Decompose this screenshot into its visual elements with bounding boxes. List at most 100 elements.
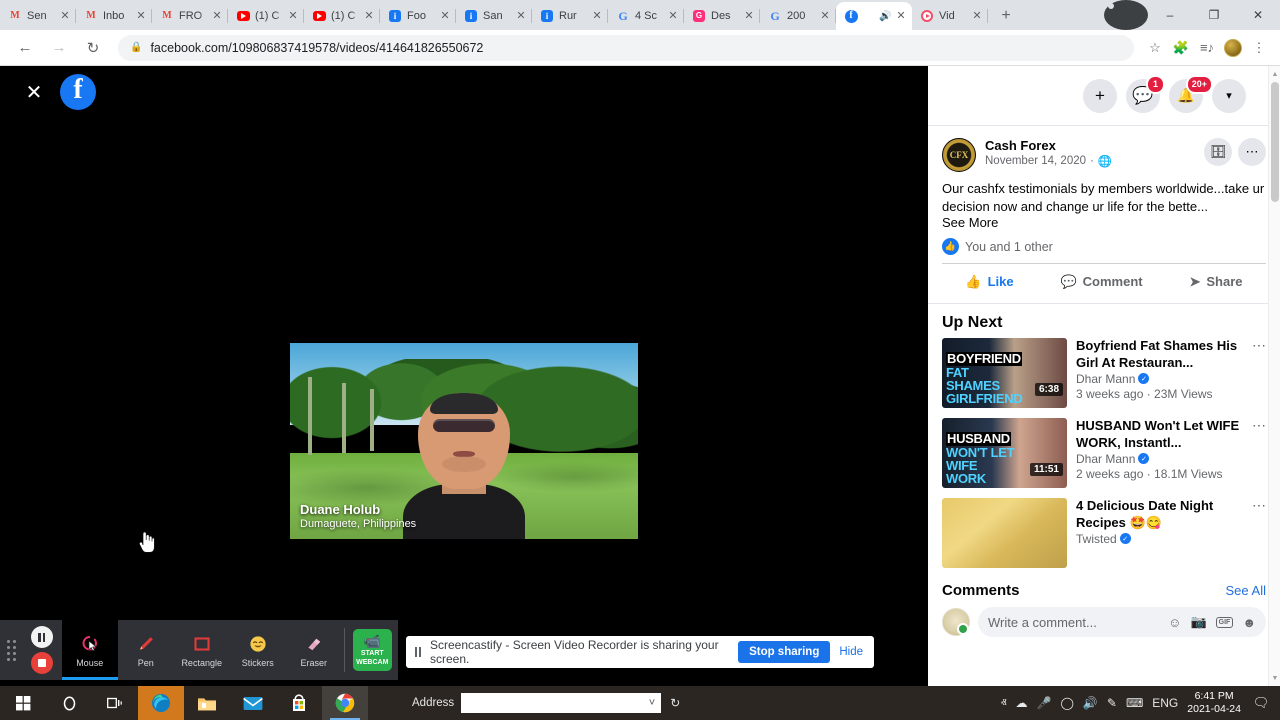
see-more-link[interactable]: See More bbox=[942, 215, 1266, 230]
account-menu-button[interactable]: ▾ bbox=[1212, 78, 1246, 113]
new-tab-button[interactable]: + bbox=[992, 2, 1020, 30]
hide-button[interactable]: Hide bbox=[839, 646, 863, 658]
tray-overflow-icon[interactable]: ⱏ bbox=[1001, 696, 1007, 711]
page-avatar[interactable]: CFX bbox=[942, 138, 976, 172]
tab-close-button[interactable]: ✕ bbox=[58, 9, 72, 23]
keyboard-icon[interactable]: ⌨ bbox=[1126, 696, 1143, 710]
puzzle-icon[interactable]: 🧩 bbox=[1168, 35, 1194, 61]
address-bar[interactable]: 🔒 facebook.com/109806837419578/videos/41… bbox=[118, 34, 1134, 61]
back-button[interactable]: ← bbox=[11, 34, 39, 62]
browser-tab[interactable]: (1) C ✕ bbox=[304, 2, 380, 30]
browser-tab[interactable]: (1) C ✕ bbox=[228, 2, 304, 30]
start-button[interactable] bbox=[0, 686, 46, 720]
tab-close-button[interactable]: ✕ bbox=[818, 9, 832, 23]
video-title[interactable]: 4 Delicious Date Night Recipes 🤩😋 bbox=[1076, 498, 1250, 531]
tab-close-button[interactable]: ✕ bbox=[210, 9, 224, 23]
comment-input[interactable]: Write a comment... ☺ 📷 GIF ☻ bbox=[978, 607, 1266, 638]
window-minimize-button[interactable]: – bbox=[1148, 0, 1192, 30]
tool-eraser[interactable]: Eraser bbox=[286, 620, 342, 680]
browser-tab[interactable]: i Foo ✕ bbox=[380, 2, 456, 30]
scroll-down-icon[interactable]: ▼ bbox=[1269, 672, 1280, 684]
tab-close-button[interactable]: ✕ bbox=[666, 9, 680, 23]
video-thumbnail[interactable]: BOYFRIEND FAT SHAMES GIRLFRIEND 6:38 bbox=[942, 338, 1067, 409]
up-next-item[interactable]: 4 Delicious Date Night Recipes 🤩😋 Twisted… bbox=[942, 498, 1266, 569]
three-dot-menu-icon[interactable]: ⋯ bbox=[1252, 338, 1266, 352]
video-thumbnail[interactable]: HUSBAND WON'T LET WIFE WORK 11:51 bbox=[942, 418, 1067, 489]
action-center-icon[interactable]: 🗨 bbox=[1250, 686, 1272, 720]
chrome-browser-button[interactable] bbox=[322, 686, 368, 720]
tab-close-button[interactable]: ✕ bbox=[362, 9, 376, 23]
facebook-logo-icon[interactable]: f bbox=[60, 74, 96, 110]
sidebar-scrollbar[interactable]: ▲ ▼ bbox=[1268, 66, 1280, 686]
playlist-icon[interactable]: ≡♪ bbox=[1194, 35, 1220, 61]
edge-browser-button[interactable] bbox=[138, 686, 184, 720]
tab-close-button[interactable]: ✕ bbox=[970, 9, 984, 23]
tab-close-button[interactable]: ✕ bbox=[514, 9, 528, 23]
tab-close-button[interactable]: ✕ bbox=[894, 9, 908, 23]
address-toolbar-input[interactable]: ˅ bbox=[461, 693, 662, 713]
tab-close-button[interactable]: ✕ bbox=[590, 9, 604, 23]
mail-app-button[interactable] bbox=[230, 686, 276, 720]
pause-icon[interactable] bbox=[415, 647, 421, 657]
tab-close-button[interactable]: ✕ bbox=[438, 9, 452, 23]
video-channel[interactable]: Twisted bbox=[1076, 532, 1117, 546]
browser-tab[interactable]: M Inbo ✕ bbox=[76, 2, 152, 30]
video-thumbnail[interactable] bbox=[942, 498, 1067, 569]
share-button[interactable]: ➤ Share bbox=[1189, 274, 1242, 290]
tool-mouse[interactable]: Mouse bbox=[61, 620, 118, 680]
cloud-icon[interactable]: ☁ bbox=[1016, 696, 1028, 710]
browser-tab[interactable]: G 200 ✕ bbox=[760, 2, 836, 30]
task-view-button[interactable] bbox=[92, 686, 138, 720]
comment-button[interactable]: 💬 Comment bbox=[1060, 274, 1142, 290]
tab-close-button[interactable]: ✕ bbox=[286, 9, 300, 23]
forward-button[interactable]: → bbox=[45, 34, 73, 62]
avatar[interactable] bbox=[942, 608, 970, 637]
browser-tab[interactable]: Vid ✕ bbox=[912, 2, 988, 30]
star-icon[interactable]: ☆ bbox=[1142, 35, 1168, 61]
tool-pen[interactable]: Pen bbox=[118, 620, 174, 680]
profile-avatar-button[interactable] bbox=[1104, 0, 1148, 30]
save-post-icon[interactable]: 🗄 bbox=[1204, 138, 1232, 166]
three-dot-menu-icon[interactable]: ⋯ bbox=[1252, 498, 1266, 512]
stop-sharing-button[interactable]: Stop sharing bbox=[738, 641, 831, 663]
browser-tab[interactable]: i San ✕ bbox=[456, 2, 532, 30]
cortana-search-button[interactable] bbox=[46, 686, 92, 720]
refresh-icon[interactable]: ↻ bbox=[670, 696, 680, 710]
messenger-button[interactable]: 💬 1 bbox=[1126, 74, 1165, 113]
browser-tab[interactable]: M FRO ✕ bbox=[152, 2, 228, 30]
camera-icon[interactable]: 📷 bbox=[1190, 614, 1206, 630]
up-next-item[interactable]: HUSBAND WON'T LET WIFE WORK 11:51 HUSBAND Wo… bbox=[942, 418, 1266, 489]
reload-button[interactable]: ↻ bbox=[79, 34, 107, 62]
video-title[interactable]: HUSBAND Won't Let WIFE WORK, Instantl... bbox=[1076, 418, 1250, 451]
see-all-comments-link[interactable]: See All bbox=[1226, 583, 1266, 598]
scroll-up-icon[interactable]: ▲ bbox=[1269, 68, 1280, 80]
browser-tab[interactable]: i Rur ✕ bbox=[532, 2, 608, 30]
video-title[interactable]: Boyfriend Fat Shames His Girl At Restaur… bbox=[1076, 338, 1250, 371]
browser-tab[interactable]: M Sen ✕ bbox=[0, 2, 76, 30]
stop-button[interactable] bbox=[30, 652, 53, 674]
clock[interactable]: 6:41 PM 2021-04-24 bbox=[1187, 690, 1241, 716]
tab-close-button[interactable]: ✕ bbox=[742, 9, 756, 23]
browser-tab[interactable]: G Des ✕ bbox=[684, 2, 760, 30]
start-webcam-button[interactable]: 📹 START WEBCAM bbox=[352, 629, 392, 671]
sticker-icon[interactable]: ☻ bbox=[1242, 615, 1256, 630]
video-frame[interactable]: Duane Holub Dumaguete, Philippines bbox=[290, 343, 638, 539]
browser-tab[interactable]: G 4 Sc ✕ bbox=[608, 2, 684, 30]
up-next-item[interactable]: BOYFRIEND FAT SHAMES GIRLFRIEND 6:38 Boyfrie… bbox=[942, 338, 1266, 409]
tab-close-button[interactable]: ✕ bbox=[134, 9, 148, 23]
file-explorer-button[interactable] bbox=[184, 686, 230, 720]
avatar[interactable] bbox=[1220, 35, 1246, 61]
tool-rectangle[interactable]: Rectangle bbox=[174, 620, 230, 680]
window-close-button[interactable]: ✕ bbox=[1236, 0, 1280, 30]
like-button[interactable]: 👍 Like bbox=[965, 274, 1013, 290]
gif-icon[interactable]: GIF bbox=[1215, 616, 1234, 628]
create-button[interactable]: + bbox=[1083, 78, 1117, 113]
notifications-button[interactable]: 🔔 20+ bbox=[1169, 74, 1213, 113]
pen-tray-icon[interactable]: ✎ bbox=[1107, 696, 1117, 710]
language-indicator[interactable]: ENG bbox=[1152, 696, 1178, 710]
page-name[interactable]: Cash Forex bbox=[985, 138, 1204, 154]
pause-button[interactable] bbox=[30, 626, 53, 648]
emoji-icon[interactable]: ☺ bbox=[1168, 615, 1181, 630]
scrollbar-thumb[interactable] bbox=[1271, 82, 1279, 202]
close-icon[interactable]: ✕ bbox=[22, 80, 46, 104]
